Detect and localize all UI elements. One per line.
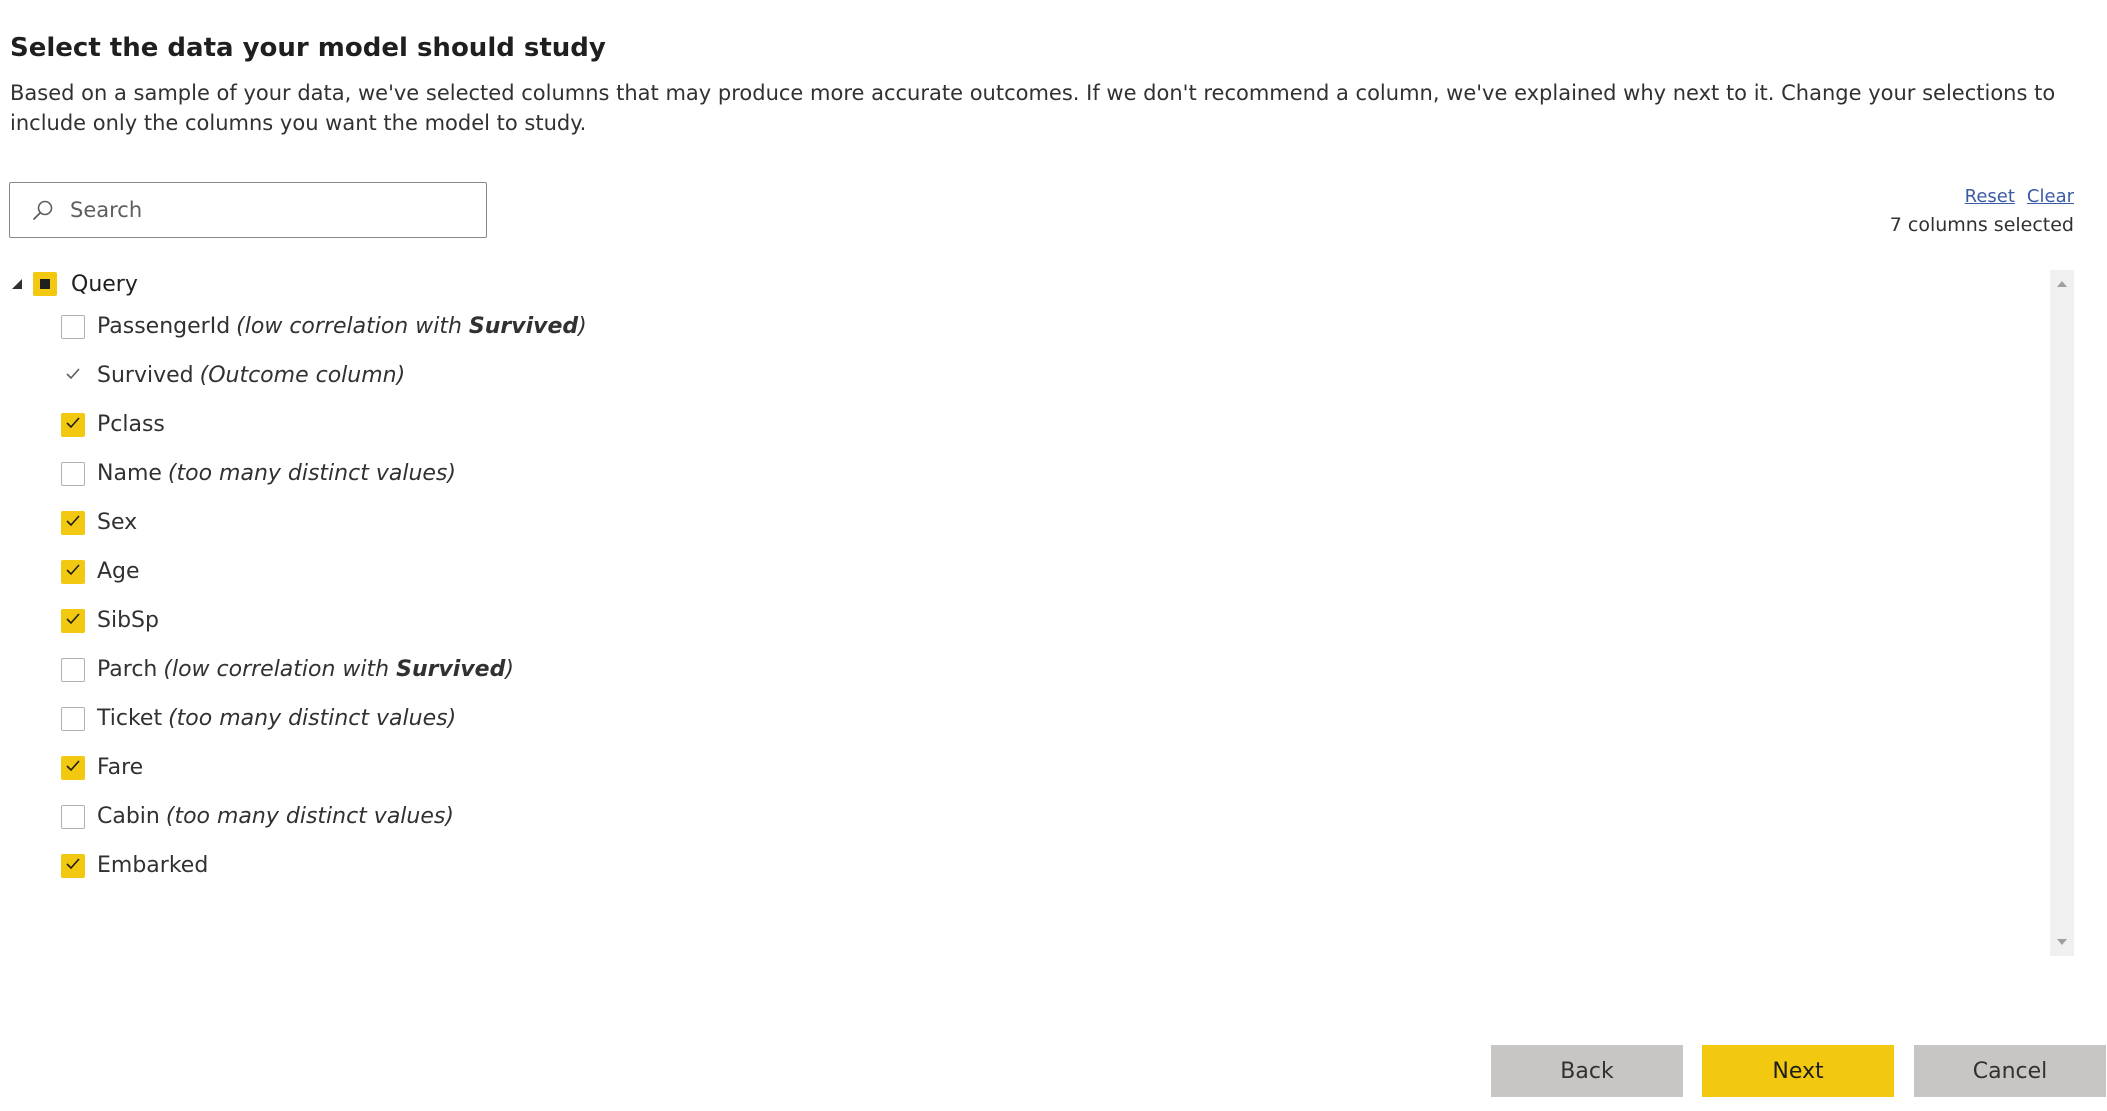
column-item-pclass[interactable]: Pclass (0, 400, 2040, 449)
note-suffix: ) (578, 314, 587, 339)
column-item-sex[interactable]: Sex (0, 498, 2040, 547)
column-checkbox[interactable] (61, 608, 85, 633)
page-title: Select the data your model should study (10, 33, 606, 63)
cancel-button[interactable]: Cancel (1914, 1045, 2106, 1097)
checkmark-icon (65, 611, 81, 630)
note-emphasis: Survived (396, 657, 506, 682)
column-checkbox[interactable] (61, 559, 85, 584)
note-text: (low correlation with (236, 314, 469, 339)
column-label: Ticket (too many distinct values) (97, 706, 456, 731)
column-item-fare[interactable]: Fare (0, 743, 2040, 792)
indeterminate-icon (40, 279, 50, 289)
column-label: Embarked (97, 853, 208, 878)
column-label: Pclass (97, 412, 165, 437)
column-name: Age (97, 559, 140, 584)
page-description: Based on a sample of your data, we've se… (10, 81, 2056, 135)
column-tree: Query PassengerId (low correlation with S… (0, 266, 2040, 956)
column-item-ticket[interactable]: Ticket (too many distinct values) (0, 694, 2040, 743)
column-name: Cabin (97, 804, 160, 829)
search-box[interactable] (9, 182, 487, 238)
column-item-sibsp[interactable]: SibSp (0, 596, 2040, 645)
scroll-down-icon[interactable] (2050, 932, 2074, 952)
column-item-cabin[interactable]: Cabin (too many distinct values) (0, 792, 2040, 841)
column-item-age[interactable]: Age (0, 547, 2040, 596)
column-label: PassengerId (low correlation with Survive… (97, 314, 587, 339)
column-checkbox[interactable] (61, 510, 85, 535)
column-label: Sex (97, 510, 137, 535)
column-checkbox[interactable] (61, 314, 85, 339)
column-checkbox (61, 363, 85, 388)
column-note: (too many distinct values) (168, 461, 456, 486)
checkmark-icon (65, 758, 81, 777)
column-label: Fare (97, 755, 143, 780)
checkmark-icon (65, 562, 81, 581)
root-label: Query (71, 271, 138, 297)
note-suffix: ) (505, 657, 514, 682)
reset-link[interactable]: Reset (1965, 186, 2015, 207)
note-text: (too many distinct values) (168, 706, 457, 731)
column-item-name[interactable]: Name (too many distinct values) (0, 449, 2040, 498)
scrollbar[interactable] (2050, 270, 2074, 956)
column-item-embarked[interactable]: Embarked (0, 841, 2040, 890)
note-text: (low correlation with (163, 657, 397, 682)
note-text: (too many distinct values) (165, 804, 454, 829)
column-name: SibSp (97, 608, 159, 633)
column-label: SibSp (97, 608, 159, 633)
column-label: Parch (low correlation with Survived) (97, 657, 514, 682)
column-item-passengerid[interactable]: PassengerId (low correlation with Survive… (0, 302, 2040, 351)
column-name: Pclass (97, 412, 165, 437)
checkmark-icon (65, 856, 81, 875)
clear-link[interactable]: Clear (2027, 186, 2074, 207)
checkmark-icon (65, 513, 81, 532)
column-name: Fare (97, 755, 144, 780)
column-checkbox[interactable] (61, 853, 85, 878)
column-note: (Outcome column) (200, 363, 406, 388)
note-emphasis: Survived (468, 314, 579, 339)
selected-count: 7 columns selected (1889, 214, 2074, 236)
column-list: PassengerId (low correlation with Survive… (0, 302, 2040, 890)
note-text: (Outcome column) (199, 363, 406, 388)
column-note: (too many distinct values) (168, 706, 456, 731)
selection-links: Reset Clear (1965, 186, 2074, 207)
next-button[interactable]: Next (1702, 1045, 1894, 1097)
column-item-parch[interactable]: Parch (low correlation with Survived) (0, 645, 2040, 694)
search-icon (30, 197, 56, 223)
search-input[interactable] (70, 198, 470, 222)
column-name: Embarked (97, 853, 209, 878)
column-name: Sex (97, 510, 138, 535)
root-checkbox[interactable] (33, 272, 57, 296)
checkmark-icon (65, 415, 81, 434)
column-name: Survived (97, 363, 194, 388)
column-name: Name (97, 461, 162, 486)
column-checkbox[interactable] (61, 804, 85, 829)
note-text: (too many distinct values) (167, 461, 456, 486)
column-note: (too many distinct values) (166, 804, 454, 829)
scroll-up-icon[interactable] (2050, 274, 2074, 294)
column-checkbox[interactable] (61, 755, 85, 780)
column-checkbox[interactable] (61, 657, 85, 682)
column-label: Cabin (too many distinct values) (97, 804, 454, 829)
column-note: (low correlation with Survived) (163, 657, 514, 682)
column-name: Parch (97, 657, 158, 682)
column-item-survived[interactable]: Survived (Outcome column) (0, 351, 2040, 400)
column-name: Ticket (97, 706, 163, 731)
column-checkbox[interactable] (61, 706, 85, 731)
tree-root-query[interactable]: Query (0, 266, 2040, 302)
column-label: Name (too many distinct values) (97, 461, 456, 486)
collapse-triangle-icon[interactable] (9, 276, 25, 292)
column-note: (low correlation with Survived) (236, 314, 587, 339)
column-name: PassengerId (97, 314, 231, 339)
column-checkbox[interactable] (61, 412, 85, 437)
column-label: Survived (Outcome column) (97, 363, 405, 388)
column-checkbox[interactable] (61, 461, 85, 486)
column-label: Age (97, 559, 140, 584)
back-button[interactable]: Back (1491, 1045, 1683, 1097)
checkmark-icon (65, 366, 81, 385)
